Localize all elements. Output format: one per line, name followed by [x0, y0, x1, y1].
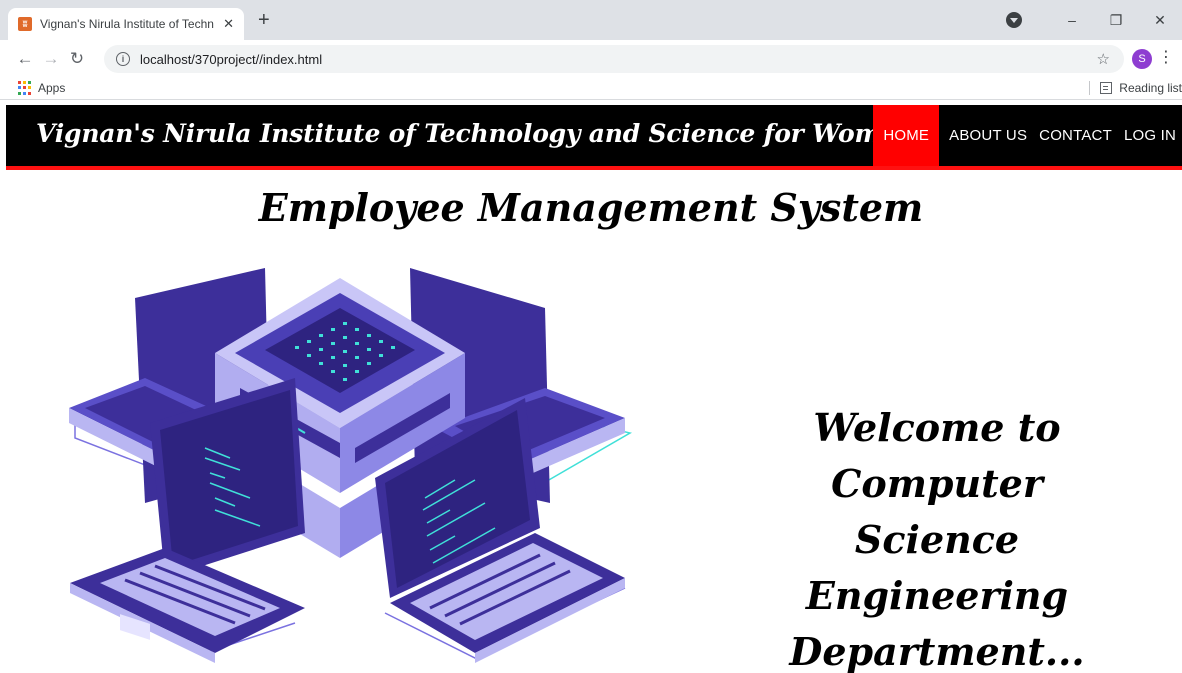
- chrome-profile-icon[interactable]: [1006, 12, 1022, 28]
- nav-login-link[interactable]: LOG IN: [1118, 105, 1182, 166]
- welcome-line: Welcome to Computer: [813, 405, 1061, 506]
- reload-icon[interactable]: ↻: [64, 49, 90, 69]
- site-title: Vignan's Nirula Institute of Technology …: [36, 119, 915, 148]
- browser-tab[interactable]: ʬ Vignan's Nirula Institute of Techn ✕: [8, 8, 244, 40]
- forward-arrow-icon[interactable]: →: [38, 49, 64, 69]
- server-laptops-illustration: [69, 268, 633, 663]
- apps-label: Apps: [38, 81, 66, 95]
- site-info-icon[interactable]: i: [116, 52, 130, 66]
- apps-grid-icon: [18, 81, 32, 95]
- page-title: Employee Management System: [258, 185, 924, 230]
- close-window-button[interactable]: ✕: [1138, 12, 1182, 29]
- reading-list-icon: [1100, 82, 1113, 94]
- url-text[interactable]: localhost/370project//index.html: [140, 52, 322, 67]
- nav-about-link[interactable]: ABOUT US: [943, 105, 1033, 166]
- browser-tabstrip: ʬ Vignan's Nirula Institute of Techn ✕ +…: [0, 0, 1182, 40]
- welcome-message: Welcome to Computer Science Engineering …: [722, 400, 1152, 673]
- bookmark-star-icon[interactable]: ☆: [1097, 50, 1110, 68]
- apps-shortcut[interactable]: Apps: [18, 81, 65, 95]
- site-header: Vignan's Nirula Institute of Technology …: [6, 105, 1182, 170]
- minimize-button[interactable]: –: [1050, 12, 1094, 28]
- welcome-line: Science Engineering: [805, 517, 1069, 618]
- new-tab-button[interactable]: +: [258, 10, 270, 30]
- restore-button[interactable]: ❐: [1094, 12, 1138, 29]
- address-bar[interactable]: i localhost/370project//index.html ☆: [104, 45, 1124, 73]
- avatar[interactable]: S: [1132, 49, 1152, 69]
- welcome-line: Department...: [789, 629, 1085, 673]
- browser-toolbar: ← → ↻ i localhost/370project//index.html…: [0, 40, 1182, 78]
- reading-list-label: Reading list: [1119, 81, 1182, 95]
- tab-title: Vignan's Nirula Institute of Techn: [40, 17, 214, 31]
- reading-list-divider: [1089, 81, 1091, 95]
- nav-contact-link[interactable]: CONTACT: [1033, 105, 1118, 166]
- nav-home-link[interactable]: HOME: [873, 105, 940, 166]
- reading-list-button[interactable]: Reading list: [1089, 81, 1182, 95]
- window-controls: – ❐ ✕: [1006, 0, 1182, 40]
- main-nav: HOME ABOUT US CONTACT LOG IN: [873, 105, 1182, 166]
- bookmarks-bar: Apps Reading list: [0, 78, 1182, 100]
- back-arrow-icon[interactable]: ←: [12, 49, 38, 69]
- menu-kebab-icon[interactable]: ⋮: [1158, 49, 1174, 67]
- xampp-favicon-icon: ʬ: [18, 17, 32, 31]
- tab-close-icon[interactable]: ✕: [223, 16, 234, 32]
